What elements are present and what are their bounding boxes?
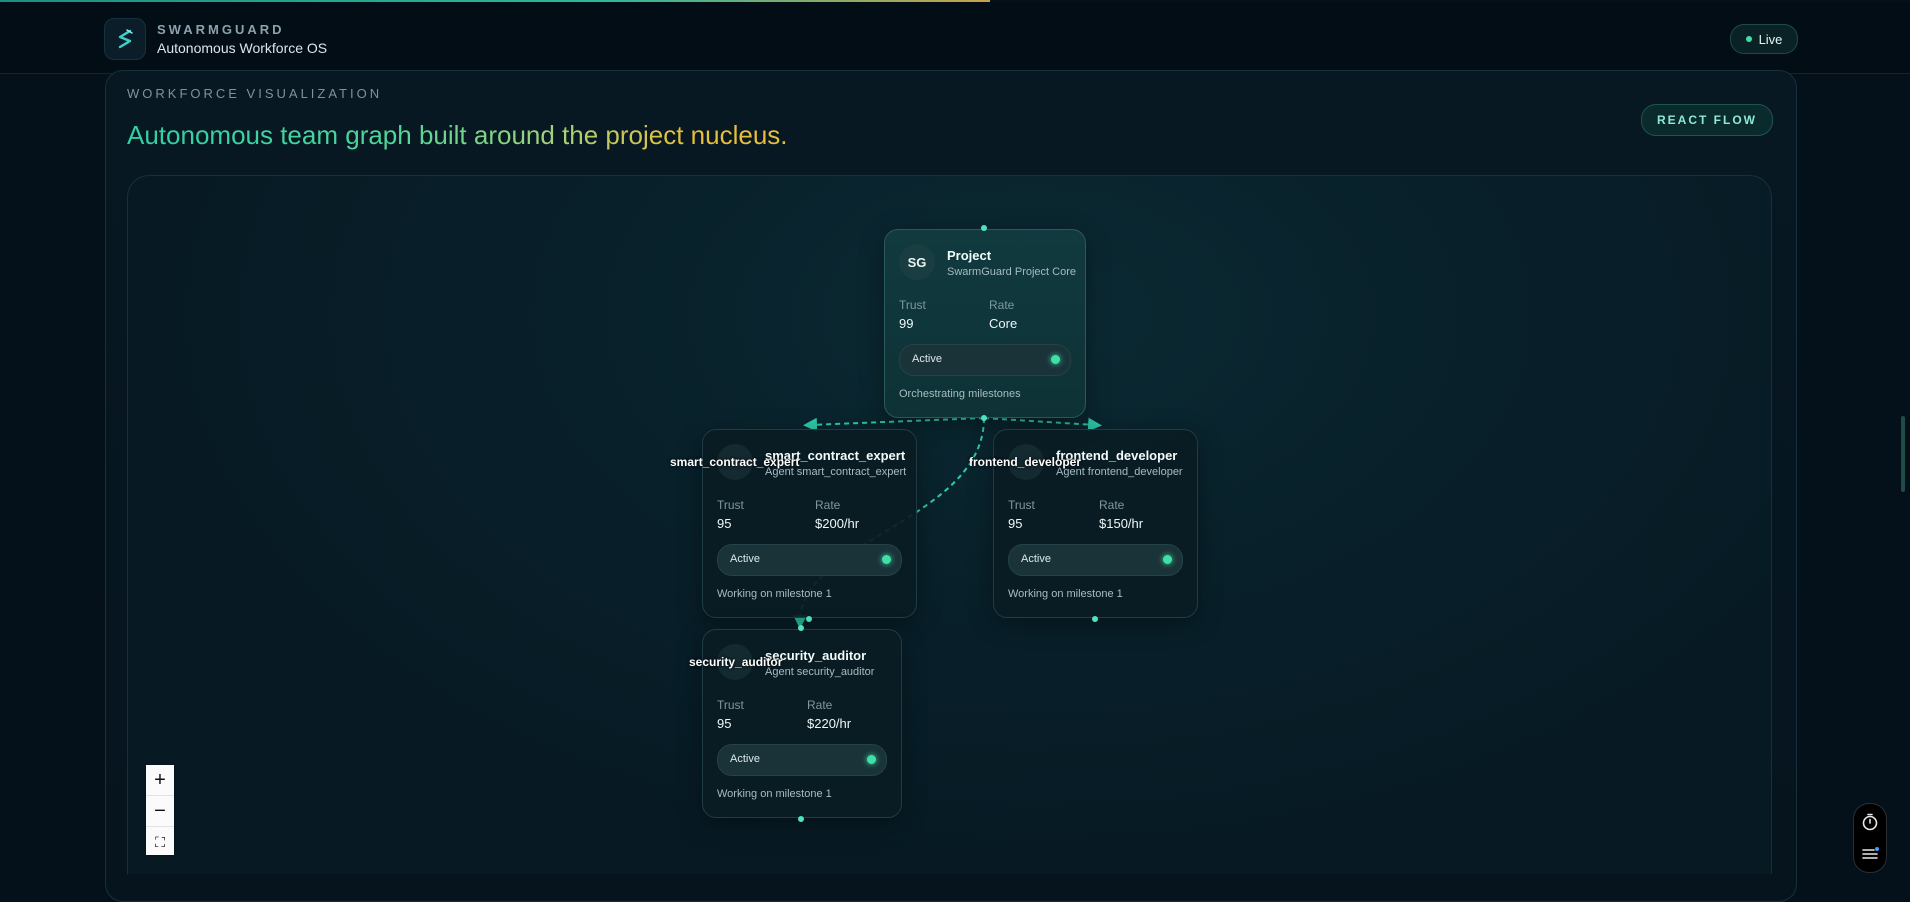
status-pill: Active <box>717 744 887 776</box>
rate-value: $200/hr <box>815 516 860 531</box>
smart-contract-bottom-handle[interactable] <box>806 616 812 622</box>
status-label: Active <box>730 553 760 565</box>
status-pill: Active <box>717 544 902 576</box>
zoom-in-button[interactable]: + <box>146 765 174 796</box>
status-dot-icon <box>1163 555 1172 564</box>
live-label: Live <box>1758 31 1783 47</box>
rate-label: Rate <box>989 298 1015 312</box>
trust-label: Trust <box>899 298 926 312</box>
status-pill: Active <box>1008 544 1183 576</box>
trust-value: 95 <box>717 516 732 531</box>
trust-label: Trust <box>717 698 744 712</box>
node-footer: Working on milestone 1 <box>717 788 832 800</box>
menu-icon[interactable] <box>1860 844 1880 864</box>
project-avatar: SG <box>899 244 935 280</box>
rate-value: $220/hr <box>807 716 852 731</box>
status-dot-icon <box>882 555 891 564</box>
floating-tools <box>1853 803 1887 873</box>
zoom-out-button[interactable]: − <box>146 796 174 827</box>
brand-subtitle: Autonomous Workforce OS <box>157 40 328 56</box>
security-bottom-handle[interactable] <box>798 816 804 822</box>
trust-value: 99 <box>899 316 914 331</box>
app-header: SWARMGUARD Autonomous Workforce OS Live <box>0 2 1910 74</box>
project-bottom-handle[interactable] <box>981 415 987 421</box>
node-footer: Working on milestone 1 <box>1008 588 1123 600</box>
flow-controls: + − ⛶ <box>146 765 174 855</box>
section-title: Autonomous team graph built around the p… <box>127 120 788 150</box>
trust-value: 95 <box>1008 516 1023 531</box>
swarmguard-logo-icon[interactable] <box>104 18 146 60</box>
edge-label-frontend: frontend_developer <box>969 455 1082 469</box>
edge-label-smart-contract: smart_contract_expert <box>670 455 800 469</box>
frontend-bottom-handle[interactable] <box>1092 616 1098 622</box>
node-subtitle: SwarmGuard Project Core <box>947 266 1076 278</box>
scrollbar-thumb[interactable] <box>1901 416 1905 492</box>
node-footer: Orchestrating milestones <box>899 388 1021 400</box>
status-label: Active <box>912 353 942 365</box>
live-status-chip[interactable]: Live <box>1730 24 1798 54</box>
trust-value: 95 <box>717 716 732 731</box>
fit-view-icon[interactable]: ⛶ <box>146 827 174 857</box>
trust-label: Trust <box>1008 498 1035 512</box>
project-node[interactable]: SG Project SwarmGuard Project Core Trust… <box>884 229 1086 418</box>
rate-label: Rate <box>1099 498 1125 512</box>
node-title: Project <box>947 248 992 263</box>
node-footer: Working on milestone 1 <box>717 588 832 600</box>
section-kicker: WORKFORCE VISUALIZATION <box>127 86 383 101</box>
security-top-handle[interactable] <box>798 625 804 631</box>
status-dot-icon <box>1051 355 1060 364</box>
rate-label: Rate <box>815 498 841 512</box>
timer-icon[interactable] <box>1860 812 1880 832</box>
status-pill: Active <box>899 344 1071 376</box>
rate-label: Rate <box>807 698 833 712</box>
rate-value: $150/hr <box>1099 516 1144 531</box>
rate-value: Core <box>989 316 1018 331</box>
project-top-handle[interactable] <box>981 225 987 231</box>
brand-name: SWARMGUARD <box>157 22 285 37</box>
edge-label-security: security_auditor <box>689 655 783 669</box>
status-label: Active <box>1021 553 1051 565</box>
trust-label: Trust <box>717 498 744 512</box>
status-label: Active <box>730 753 760 765</box>
status-dot-icon <box>867 755 876 764</box>
live-dot-icon <box>1745 36 1752 42</box>
react-flow-badge[interactable]: REACT FLOW <box>1641 104 1773 136</box>
